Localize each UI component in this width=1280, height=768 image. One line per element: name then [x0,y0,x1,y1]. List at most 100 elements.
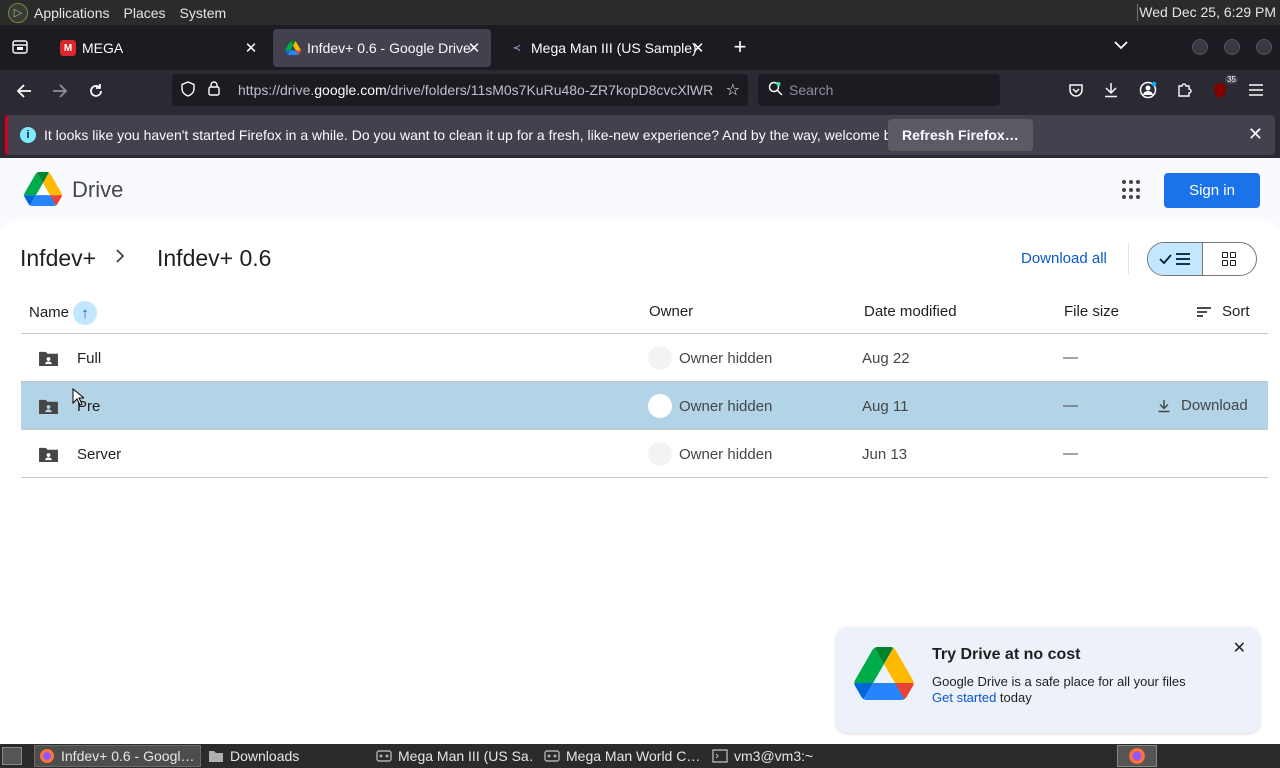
firefox-view-icon[interactable] [8,35,32,59]
file-name: Server [77,446,122,463]
workspace-switcher[interactable] [1117,745,1157,767]
task-label: Mega Man III (US Sa… [398,748,534,764]
tab-google-drive[interactable]: Infdev+ 0.6 - Google Drive ✕ [273,29,491,67]
tracking-protection-shield-icon[interactable] [178,80,198,100]
file-size: — [1063,397,1078,414]
close-icon[interactable]: ✕ [1248,124,1263,145]
column-header-owner: Owner [649,303,694,320]
file-size: — [1063,445,1078,462]
close-tab-icon[interactable]: ✕ [242,39,260,57]
refresh-firefox-notification: i It looks like you haven't started Fire… [5,115,1275,155]
grid-view-button[interactable] [1203,243,1256,275]
taskbar-item-mega-man-3[interactable]: Mega Man III (US Sa… [372,745,534,767]
task-label: Mega Man World C… [566,748,701,764]
back-arrow-icon[interactable] [11,78,37,104]
list-view-button[interactable] [1148,243,1203,275]
navigation-toolbar: https://drive.google.com/drive/folders/1… [0,70,1280,111]
reload-icon[interactable] [83,78,109,104]
emulator-icon [544,748,560,764]
try-drive-promo-card: Try Drive at no cost Google Drive is a s… [836,627,1260,733]
url-bar[interactable]: https://drive.google.com/drive/folders/1… [172,74,748,106]
row-download-button[interactable]: Download [1157,397,1248,414]
tab-mega-man[interactable]: ≺ Mega Man III (US Sample) - I ✕ [497,29,715,67]
extensions-puzzle-icon[interactable] [1172,78,1196,102]
google-apps-grid-icon[interactable] [1122,180,1142,200]
menu-system[interactable]: System [180,5,227,21]
sign-in-button[interactable]: Sign in [1164,173,1260,208]
firefox-icon [1129,748,1145,764]
sort-label: Sort [1222,303,1250,320]
owner: Owner hidden [679,398,773,415]
close-tab-icon[interactable]: ✕ [689,39,707,57]
taskbar-item-mega-man-world[interactable]: Mega Man World C… [540,745,702,767]
breadcrumb-current[interactable]: Infdev+ 0.6 [157,245,271,272]
mouse-pointer-icon [72,388,84,406]
hamburger-menu-icon[interactable] [1244,78,1268,102]
download-icon [1158,399,1170,412]
table-row[interactable]: Pre Owner hidden Aug 11 — Download [21,382,1268,430]
download-label: Download [1181,397,1248,414]
date-modified: Aug 11 [862,398,909,415]
search-icon [768,81,783,99]
app-title[interactable]: Drive [72,177,123,203]
panel-separator [1137,4,1138,21]
list-all-tabs-chevron-icon[interactable] [1114,37,1128,53]
column-header-date-modified[interactable]: Date modified [864,303,957,320]
url-domain: google.com [314,82,387,98]
close-window-button[interactable] [1256,39,1272,55]
tab-mega[interactable]: M MEGA ✕ [48,29,268,67]
minimize-window-button[interactable] [1192,39,1208,55]
extension-badge-count: 35 [1225,75,1238,84]
table-row[interactable]: Full Owner hidden Aug 22 — [21,334,1268,382]
new-tab-plus-icon[interactable]: + [730,34,750,60]
account-icon[interactable] [1136,78,1160,102]
owner: Owner hidden [679,350,773,367]
sort-button[interactable]: Sort [1196,303,1250,320]
column-name-label: Name [29,303,70,321]
os-logo-icon[interactable]: ▷ [8,2,28,23]
bookmark-star-icon[interactable]: ☆ [726,80,740,100]
tab-title: Mega Man III (US Sample) - I [531,40,701,56]
taskbar-item-terminal[interactable]: vm3@vm3:~ [708,745,868,767]
download-all-button[interactable]: Download all [1021,250,1107,267]
google-drive-logo-icon[interactable] [24,172,62,206]
taskbar-item-firefox[interactable]: Infdev+ 0.6 - Googl… [34,745,201,767]
taskbar-item-downloads[interactable]: Downloads [204,745,364,767]
close-icon[interactable]: ✕ [1233,638,1246,658]
drive-header: Drive Sign in [0,158,1280,220]
sort-lines-icon [1197,306,1211,317]
site-favicon-icon: ≺ [512,42,522,54]
file-size: — [1063,349,1078,366]
breadcrumb-parent[interactable]: Infdev+ [20,245,96,272]
menu-places[interactable]: Places [124,5,166,21]
close-tab-icon[interactable]: ✕ [465,39,483,57]
tab-title: MEGA [82,40,124,56]
tab-title: Infdev+ 0.6 - Google Drive [307,40,471,56]
table-row[interactable]: Server Owner hidden Jun 13 — [21,430,1268,478]
shared-folder-icon [39,351,58,367]
menu-applications[interactable]: Applications [34,5,110,21]
checkmark-list-icon [1159,253,1190,265]
lock-icon[interactable] [204,81,224,99]
avatar [648,394,672,418]
show-desktop-icon[interactable] [2,747,22,765]
sort-ascending-arrow-icon[interactable]: ↑ [73,301,98,325]
promo-cta-suffix: today [996,690,1032,705]
get-started-link[interactable]: Get started [932,690,996,705]
maximize-window-button[interactable] [1224,39,1240,55]
url-text[interactable]: https://drive.google.com/drive/folders/1… [238,82,716,98]
grid-icon [1222,252,1237,266]
task-label: Downloads [230,748,300,764]
refresh-firefox-button[interactable]: Refresh Firefox… [888,119,1033,151]
search-input[interactable]: Search [758,74,1000,106]
forward-arrow-icon[interactable] [47,78,73,104]
firefox-icon [39,748,55,764]
url-path: /drive/folders/11sM0s7KuRu48o-ZR7kopD8cv… [386,82,714,98]
task-label: vm3@vm3:~ [734,748,814,764]
ublock-origin-icon[interactable]: 35 [1208,75,1238,102]
clock[interactable]: Wed Dec 25, 6:29 PM [1139,4,1276,20]
folder-icon [208,748,224,764]
column-header-name[interactable]: Name ↑ [29,301,98,325]
downloads-icon[interactable] [1099,78,1123,102]
pocket-icon[interactable] [1064,78,1088,102]
